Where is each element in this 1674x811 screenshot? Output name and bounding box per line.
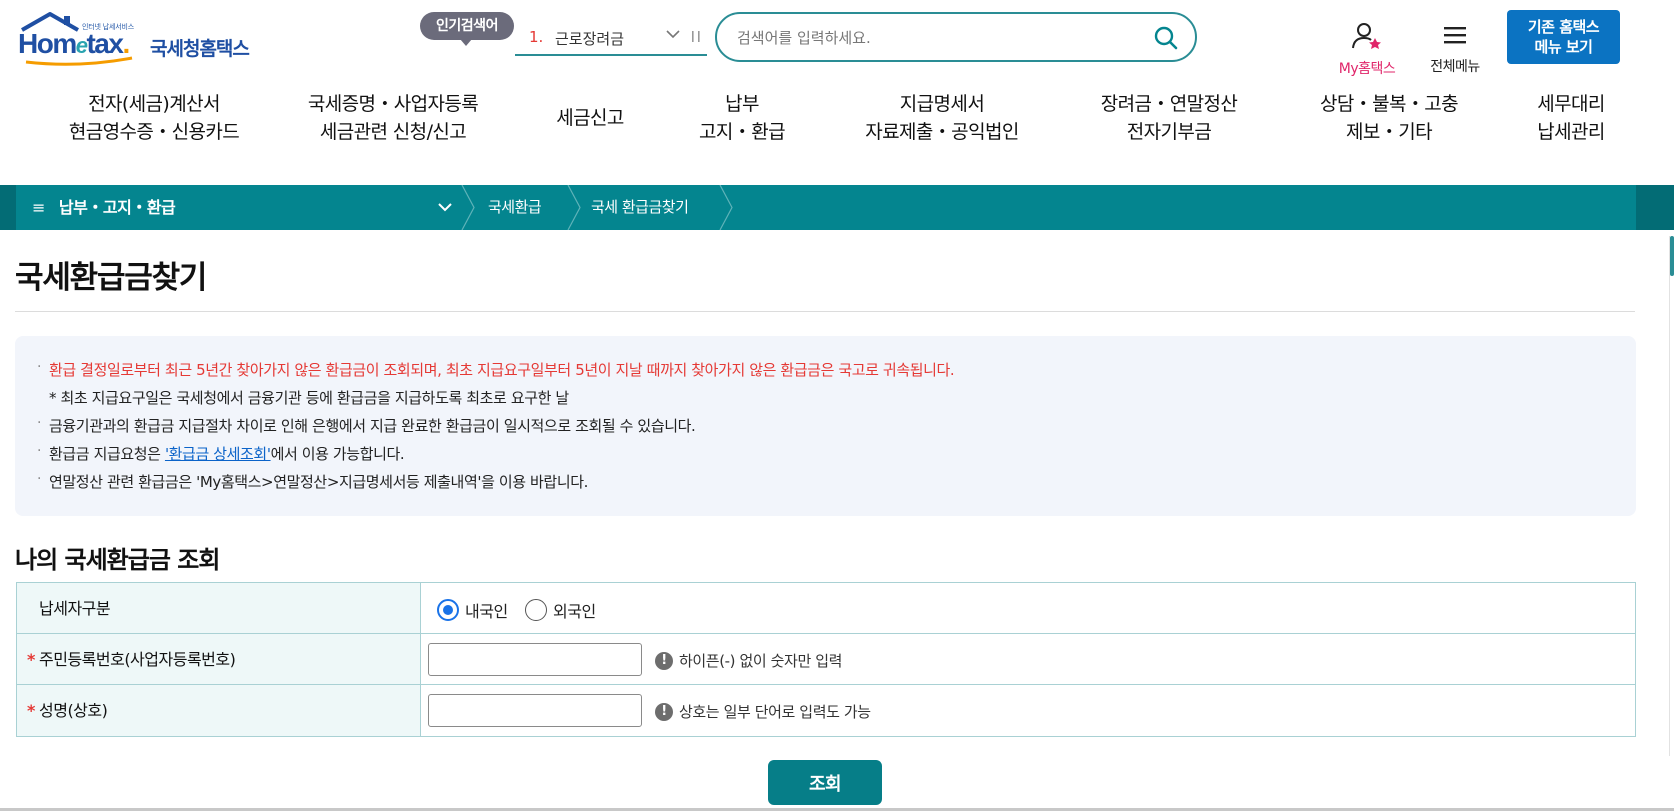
taxpayer-type-cell: 내국인 외국인 <box>421 583 1635 633</box>
radio-domestic[interactable]: 내국인 <box>437 598 508 622</box>
id-number-input[interactable] <box>428 643 642 676</box>
chevron-down-icon[interactable] <box>665 26 681 46</box>
id-number-hint: ! 하이픈(-) 없이 숫자만 입력 <box>655 650 842 671</box>
search-icon[interactable] <box>1153 25 1179 51</box>
breadcrumb-separator-icon <box>719 185 733 230</box>
gnb-item-payment[interactable]: 납부 고지・환급 <box>682 90 802 146</box>
search-box <box>715 12 1197 62</box>
logo-brand-kr: 국세청홈택스 <box>150 38 250 60</box>
form-row-name: * 성명(상호) ! 상호는 일부 단어로 입력도 가능 <box>17 685 1635 736</box>
breadcrumb: ≡ 납부・고지・환급 국세환급 국세 환급금찾기 <box>0 185 1674 230</box>
all-menu-label: 전체메뉴 <box>1430 59 1480 75</box>
radio-foreign[interactable]: 외국인 <box>525 598 596 622</box>
notice-line: 환급 결정일로부터 최근 5년간 찾아가지 않은 환급금이 조회되며, 최초 지… <box>37 353 1636 384</box>
id-number-label: * 주민등록번호(사업자등록번호) <box>17 634 421 684</box>
my-hometax-label: My홈택스 <box>1338 61 1396 77</box>
gnb-item-tax-filing[interactable]: 세금신고 <box>540 104 640 132</box>
legacy-menu-line2: 메뉴 보기 <box>1534 38 1593 56</box>
header: 인터넷 납세서비스 Hometax. 국세청홈택스 인기검색어 1. 근로장려금… <box>0 0 1674 77</box>
radio-domestic-label: 내국인 <box>465 602 508 621</box>
breadcrumb-menu-label: 납부・고지・환급 <box>58 198 176 217</box>
popular-keywords-tag: 인기검색어 <box>420 12 514 46</box>
form-row-taxpayer-type: 납세자구분 내국인 외국인 <box>17 583 1635 634</box>
search-input[interactable] <box>737 26 1137 50</box>
logo-swoosh-icon <box>25 56 133 66</box>
popular-rank: 1. <box>529 28 544 46</box>
id-number-cell: ! 하이픈(-) 없이 숫자만 입력 <box>421 634 1635 684</box>
chevron-down-icon[interactable] <box>434 196 456 218</box>
popular-keyword-link[interactable]: 근로장려금 <box>555 28 624 49</box>
gnb-item-consulting[interactable]: 상담・불복・고충 제보・기타 <box>1304 90 1474 146</box>
name-input[interactable] <box>428 694 642 727</box>
notice-box: 환급 결정일로부터 최근 5년간 찾아가지 않은 환급금이 조회되며, 최초 지… <box>15 336 1636 516</box>
legacy-menu-button[interactable]: 기존 홈택스 메뉴 보기 <box>1507 10 1620 64</box>
notice-line: 연말정산 관련 환급금은 'My홈택스>연말정산>지급명세서등 제출내역'을 이… <box>37 465 1636 496</box>
name-hint-text: 상호는 일부 단어로 입력도 가능 <box>679 703 871 721</box>
hamburger-icon <box>1444 27 1466 44</box>
breadcrumb-edge-right <box>1636 185 1674 230</box>
breadcrumb-edge-left <box>0 185 16 230</box>
all-menu-button[interactable]: 전체메뉴 <box>1424 22 1486 76</box>
popular-keyword-rolling[interactable]: 1. 근로장려금 <box>515 22 707 56</box>
radio-foreign-button[interactable] <box>525 599 547 621</box>
refund-search-form: 납세자구분 내국인 외국인 * 주민등록번호(사업자등록번호) ! 하이픈(-) … <box>16 582 1636 737</box>
id-number-hint-text: 하이픈(-) 없이 숫자만 입력 <box>679 652 843 670</box>
name-cell: ! 상호는 일부 단어로 입력도 가능 <box>421 685 1635 736</box>
name-hint: ! 상호는 일부 단어로 입력도 가능 <box>655 701 871 722</box>
gnb-item-tax-agent[interactable]: 세무대리 납세관리 <box>1524 90 1618 146</box>
pause-icon[interactable] <box>690 28 702 48</box>
radio-domestic-button[interactable] <box>437 599 459 621</box>
page-title: 국세환급금찾기 <box>15 260 207 296</box>
gnb-item-statements[interactable]: 지급명세서 자료제출・공익법인 <box>848 90 1036 146</box>
user-star-icon <box>1352 23 1381 49</box>
section-title: 나의 국세환급금 조회 <box>15 546 220 574</box>
search-submit-button[interactable]: 조회 <box>768 760 882 805</box>
global-nav: 전자(세금)계산서 현금영수증・신용카드 국세증명・사업자등록 세금관련 신청/신고… <box>0 90 1674 150</box>
exclamation-icon: ! <box>655 651 673 670</box>
notice-subline: * 최초 지급요구일은 국세청에서 금융기관 등에 환급금을 지급하도록 최초로… <box>49 389 569 407</box>
breadcrumb-separator-icon <box>567 185 581 230</box>
breadcrumb-separator-icon <box>461 185 475 230</box>
required-mark: * <box>27 650 35 669</box>
breadcrumb-menu-select[interactable]: ≡ 납부・고지・환급 <box>32 185 176 230</box>
hamburger-icon: ≡ <box>32 198 45 217</box>
my-hometax-button[interactable]: My홈택스 <box>1330 22 1404 78</box>
scrollbar-thumb[interactable] <box>1670 236 1674 276</box>
breadcrumb-link-refund[interactable]: 국세환급 <box>488 185 542 230</box>
form-row-id-number: * 주민등록번호(사업자등록번호) ! 하이픈(-) 없이 숫자만 입력 <box>17 634 1635 685</box>
taxpayer-type-label: 납세자구분 <box>17 583 421 633</box>
gnb-item-certificates[interactable]: 국세증명・사업자등록 세금관련 신청/신고 <box>290 90 496 146</box>
scrollbar-track[interactable] <box>1669 236 1670 756</box>
breadcrumb-current: 국세 환급금찾기 <box>591 198 689 216</box>
notice-line: 환급금 지급요청은 '환급금 상세조회'에서 이용 가능합니다. <box>37 437 1636 468</box>
refund-detail-link[interactable]: '환급금 상세조회' <box>165 445 271 463</box>
title-divider <box>15 311 1635 312</box>
hometax-logo[interactable]: 인터넷 납세서비스 Hometax. 국세청홈택스 <box>18 12 263 68</box>
legacy-menu-line1: 기존 홈택스 <box>1527 18 1600 36</box>
notice-line: 금융기관과의 환급금 지급절차 차이로 인해 은행에서 지급 완료한 환급금이 … <box>37 409 1636 440</box>
gnb-item-e-invoice[interactable]: 전자(세금)계산서 현금영수증・신용카드 <box>38 90 270 146</box>
exclamation-icon: ! <box>655 702 673 721</box>
required-mark: * <box>27 701 35 720</box>
radio-foreign-label: 외국인 <box>553 602 596 621</box>
name-label: * 성명(상호) <box>17 685 421 736</box>
gnb-item-incentives[interactable]: 장려금・연말정산 전자기부금 <box>1084 90 1254 146</box>
